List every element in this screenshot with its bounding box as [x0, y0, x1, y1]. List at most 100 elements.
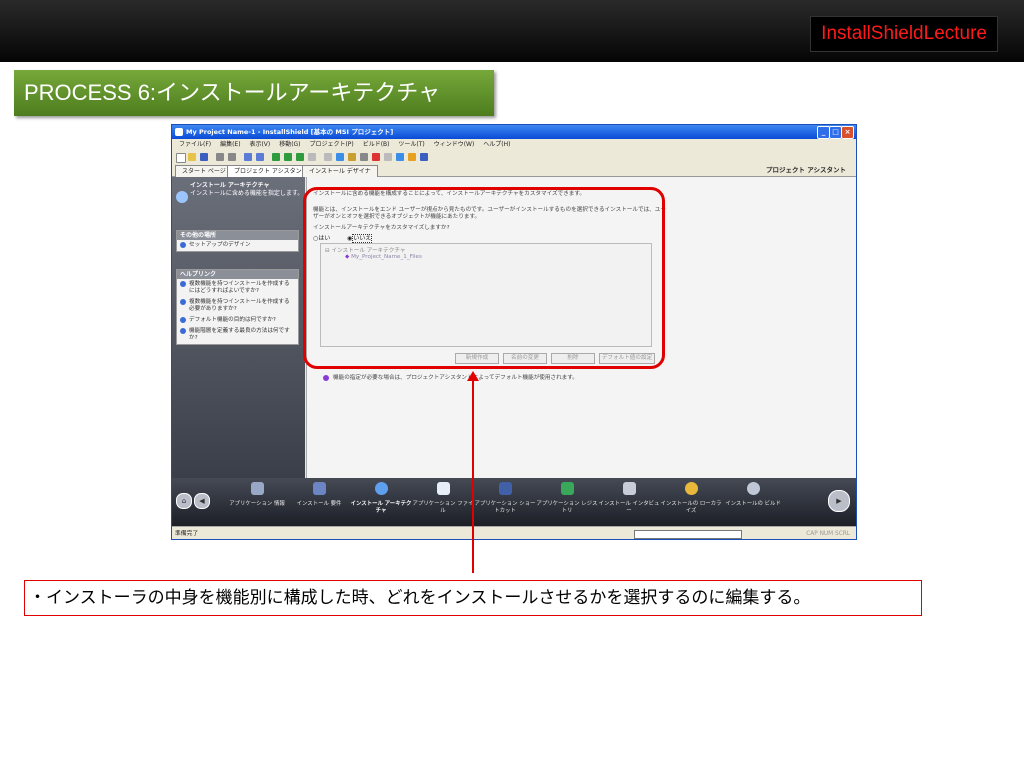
shortcut-icon [498, 482, 512, 495]
debug-icon[interactable] [396, 153, 404, 161]
feature-icon [323, 374, 329, 381]
nav-application-shortcuts[interactable]: アプリケーション ショートカット [474, 482, 536, 514]
new-file-icon[interactable] [176, 153, 186, 163]
nav-label: アプリケーション ショートカット [474, 501, 536, 514]
default-feature-note: 機能の指定が必要な場合は、プロジェクトアシスタントによってデフォルト機能が使用さ… [323, 373, 578, 381]
open-folder-icon[interactable] [188, 153, 196, 161]
home-icon[interactable]: ⌂ [176, 493, 192, 509]
assistant-bottom-bar: ⌂ ◀ アプリケーション 情報 インストール 要件 インストール アーキテクチャ… [172, 478, 856, 526]
nav-label: インストールの ローカライズ [660, 501, 722, 514]
menu-bar: ファイル(F) 編集(E) 表示(V) 移動(G) プロジェクト(P) ビルド(… [172, 139, 856, 151]
window-titlebar: My Project Name-1 - InstallShield [基本の M… [172, 125, 856, 139]
help-links-header: ヘルプリンク [177, 270, 298, 279]
help-icon [180, 299, 186, 305]
next-icon[interactable]: ▶ [828, 490, 850, 512]
forward-arrow-icon[interactable] [308, 153, 316, 161]
compile-icon[interactable] [360, 153, 368, 161]
status-keys: CAP NUM SCRL [806, 531, 850, 537]
menu-window[interactable]: ウィンドウ(W) [434, 141, 475, 148]
help-link-label: デフォルト機能の目的は何ですか? [189, 317, 276, 323]
step-subtitle: インストールに含める機能を指定します。 [190, 190, 304, 197]
nav-install-build[interactable]: インストールの ビルド [722, 482, 784, 508]
menu-build[interactable]: ビルド(B) [363, 141, 390, 148]
nav-application-registry[interactable]: アプリケーション レジストリ [536, 482, 598, 514]
nav-install-interview[interactable]: インストール インタビュー [598, 482, 660, 514]
menu-view[interactable]: 表示(V) [249, 141, 270, 148]
help-link-2[interactable]: 複数機能を持つインストールを作成する必要がありますか? [177, 297, 298, 315]
highlight-box [303, 187, 665, 369]
release-icon[interactable] [408, 153, 416, 161]
menu-project[interactable]: プロジェクト(P) [309, 141, 353, 148]
note-text: 機能の指定が必要な場合は、プロジェクトアシスタントによってデフォルト機能が使用さ… [333, 375, 578, 381]
help-link-label: 複数機能を持つインストールを作成する必要がありますか? [189, 299, 290, 312]
down-arrow-icon[interactable] [284, 153, 292, 161]
progress-bar [634, 530, 742, 539]
menu-tools[interactable]: ツール(T) [398, 141, 424, 148]
menu-help[interactable]: ヘルプ(H) [483, 141, 510, 148]
requirements-icon [312, 482, 326, 495]
app-info-icon [250, 482, 264, 495]
help-link-3[interactable]: デフォルト機能の目的は何ですか? [177, 315, 298, 326]
undo-icon[interactable] [216, 153, 224, 161]
link-label: セットアップのデザイン [189, 242, 251, 248]
help-link-1[interactable]: 複数機能を持つインストールを作成するにはどうすればよいですか? [177, 279, 298, 297]
tab-start-page[interactable]: スタート ページ [175, 165, 233, 177]
step-title: インストール アーキテクチャ [190, 182, 270, 189]
process-title: PROCESS 6:インストールアーキテクチャ [14, 70, 494, 116]
view2-icon[interactable] [256, 153, 264, 161]
nav-label: インストール インタビュー [598, 501, 660, 514]
nav-install-requirements[interactable]: インストール 要件 [288, 482, 350, 508]
nav-application-files[interactable]: アプリケーション ファイル [412, 482, 474, 514]
app-icon [175, 128, 183, 136]
menu-file[interactable]: ファイル(F) [179, 141, 211, 148]
callout-line [472, 379, 474, 573]
nav-label: インストールの ビルド [725, 501, 781, 507]
save-icon[interactable] [200, 153, 208, 161]
design-icon [180, 242, 186, 248]
help-links-box: ヘルプリンク 複数機能を持つインストールを作成するにはどうすればよいですか? 複… [176, 269, 299, 345]
tab-install-designer[interactable]: インストール デザイナ [302, 165, 378, 177]
localize-icon [684, 482, 698, 495]
help-icon [180, 328, 186, 334]
files-icon [436, 482, 450, 495]
status-ready: 準備完了 [175, 531, 199, 537]
help-icon [180, 317, 186, 323]
close-icon[interactable]: × [841, 126, 854, 139]
nav-label: アプリケーション ファイル [412, 501, 474, 514]
nav-label: インストール 要件 [296, 501, 342, 507]
stop-icon[interactable] [324, 153, 332, 161]
link-setup-design[interactable]: セットアップのデザイン [177, 240, 298, 251]
nav-install-localize[interactable]: インストールの ローカライズ [660, 482, 722, 514]
slide-top-bar: InstallShieldLecture [0, 0, 1024, 62]
architecture-icon [374, 482, 388, 495]
build-icon[interactable] [348, 153, 356, 161]
other-places-box: その他の場所 セットアップのデザイン [176, 230, 299, 252]
nav-label: アプリケーション レジストリ [536, 501, 598, 514]
interview-icon [622, 482, 636, 495]
help-link-4[interactable]: 機能階層を定義する最良の方法は何ですか? [177, 326, 298, 344]
toolbar [172, 151, 856, 163]
nav-install-architecture[interactable]: インストール アーキテクチャ [350, 482, 412, 514]
run-icon[interactable] [372, 153, 380, 161]
tab-strip: スタート ページ プロジェクト アシスタント インストール デザイナ プロジェク… [172, 164, 856, 177]
redo-icon[interactable] [228, 153, 236, 161]
project-assistant-label: プロジェクト アシスタント [765, 166, 846, 174]
help-icon[interactable] [420, 153, 428, 161]
test-icon[interactable] [384, 153, 392, 161]
up-arrow-icon[interactable] [272, 153, 280, 161]
registry-icon [560, 482, 574, 495]
menu-go[interactable]: 移動(G) [279, 141, 300, 148]
refresh-icon[interactable] [336, 153, 344, 161]
help-icon [180, 281, 186, 287]
help-link-label: 複数機能を持つインストールを作成するにはどうすればよいですか? [189, 281, 290, 294]
step-heading: インストール アーキテクチャ インストールに含める機能を指定します。 [190, 182, 303, 198]
nav-application-info[interactable]: アプリケーション 情報 [226, 482, 288, 508]
menu-edit[interactable]: 編集(E) [220, 141, 240, 148]
view-icon[interactable] [244, 153, 252, 161]
help-link-label: 機能階層を定義する最良の方法は何ですか? [189, 328, 290, 341]
back-arrow-icon[interactable] [296, 153, 304, 161]
brand-label: InstallShieldLecture [810, 16, 998, 52]
status-bar: 準備完了 CAP NUM SCRL [172, 526, 856, 539]
window-title: My Project Name-1 - InstallShield [基本の M… [186, 128, 394, 136]
back-icon[interactable]: ◀ [194, 493, 210, 509]
